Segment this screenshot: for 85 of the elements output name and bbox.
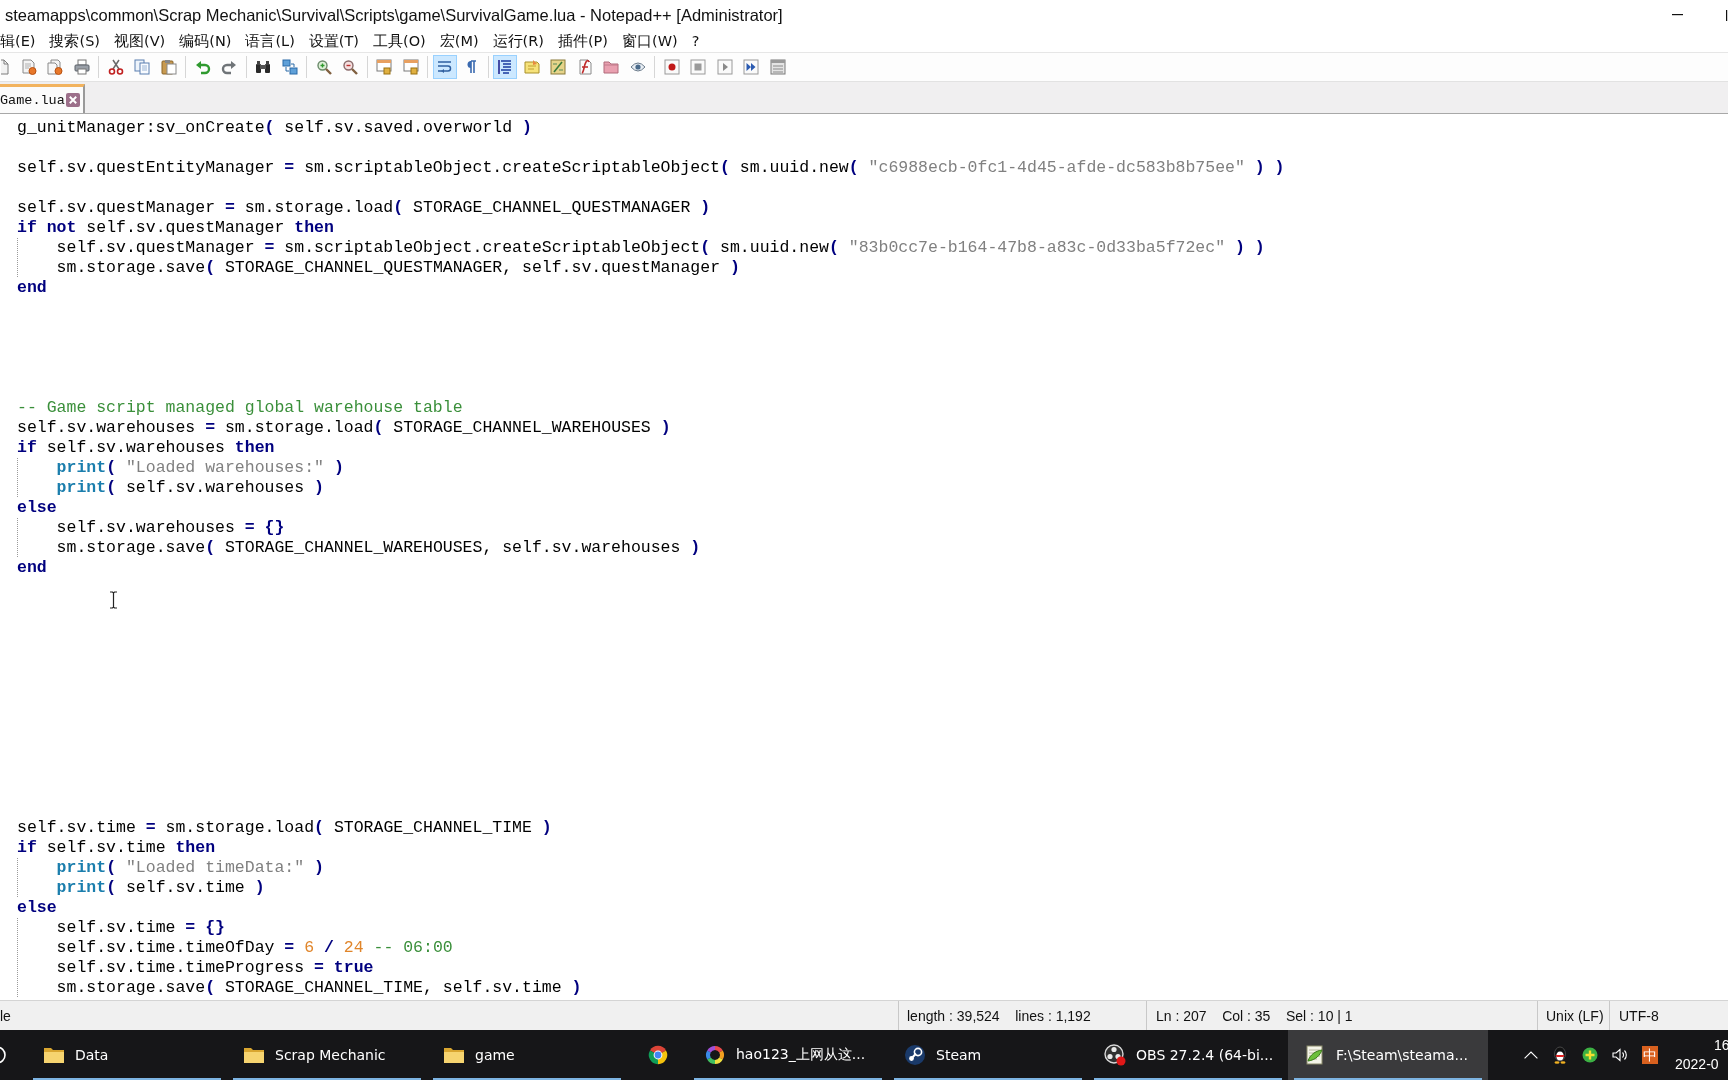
window-lock-icon: [402, 59, 419, 75]
menu-item[interactable]: 视图(V): [114, 31, 166, 51]
rainbow-ring-icon: [704, 1044, 726, 1066]
binoculars-icon: [255, 59, 271, 75]
code-line: g_unitManager:sv_onCreate( self.sv.saved.overworld ): [17, 118, 532, 138]
folder-icon: [603, 59, 619, 75]
code-line: self.sv.questManager = sm.storage.load( STORAGE_CHANNEL_QUESTMANAGER ): [17, 198, 711, 218]
undo-icon: [194, 59, 211, 75]
code-line: self.sv.questManager = sm.scriptableObject.createScriptableObject( sm.uuid.new( "83b0cc7e-b164-47b8-a83c-0d33ba5f72ec" ) ): [17, 238, 1265, 258]
code-line: self.sv.questEntityManager = sm.scriptableObject.createScriptableObject( sm.uuid.new( "c6988ecb-0fc1-4d45-afde-dc583b8b75ee" ) ): [17, 158, 1285, 178]
list-window-icon: [769, 59, 786, 75]
plus-circle-icon[interactable]: [1582, 1047, 1598, 1063]
code-line: end: [17, 558, 47, 578]
input-mode-indicator[interactable]: 中: [1642, 1046, 1658, 1064]
menu-item[interactable]: 搜索(S): [49, 31, 100, 51]
script-page-icon: [576, 59, 593, 75]
record-icon: [663, 59, 680, 75]
tricolor-circle-icon: [646, 1044, 669, 1066]
notepad-icon: [1304, 1044, 1326, 1066]
steam-logo-icon: [904, 1044, 926, 1066]
code-line: print( "Loaded timeData:" ): [17, 858, 324, 878]
fast-forward-icon: [743, 59, 759, 75]
code-line: sm.storage.save( STORAGE_CHANNEL_TIME, self.sv.time ): [17, 978, 582, 998]
taskbar-button[interactable]: Scrap Mechanic: [227, 1030, 427, 1080]
code-line: self.sv.time = {}: [17, 918, 225, 938]
menu-item[interactable]: 编码(N): [179, 31, 232, 51]
code-line: print( "Loaded warehouses:" ): [17, 458, 344, 478]
play-icon: [716, 59, 733, 75]
code-line: -- Game script managed global warehouse table: [17, 398, 463, 418]
code-line: self.sv.warehouses = sm.storage.load( STORAGE_CHANNEL_WAREHOUSES ): [17, 418, 671, 438]
code-line: end: [17, 278, 47, 298]
eye-icon: [629, 59, 646, 75]
note-icon: [523, 59, 540, 75]
window-lock-icon: [376, 59, 392, 75]
stop-icon: [690, 59, 706, 75]
menu-item[interactable]: 语言(L): [245, 31, 295, 51]
code-line: else: [17, 898, 57, 918]
menu-item[interactable]: 设置(T): [308, 31, 359, 51]
menu-item[interactable]: 工具(O): [373, 31, 426, 51]
menu-item[interactable]: 窗口(W): [622, 31, 678, 51]
zoom-in-icon: [315, 59, 332, 75]
zoom-out-icon: [342, 59, 358, 75]
code-line: print( self.sv.time ): [17, 878, 265, 898]
code-line: if self.sv.time then: [17, 838, 216, 858]
clock-date[interactable]: 2022-0: [1675, 1056, 1719, 1073]
indent-lines-icon: [497, 59, 513, 75]
ring-logo-icon: [1104, 1044, 1126, 1066]
text-cursor-icon: [109, 591, 118, 609]
code-line: sm.storage.save( STORAGE_CHANNEL_WAREHOUSES, self.sv.warehouses ): [17, 538, 701, 558]
printer-icon: [73, 59, 90, 75]
menu-item[interactable]: 辑(E): [0, 31, 36, 51]
code-line: print( self.sv.warehouses ): [17, 478, 324, 498]
code-line: sm.storage.save( STORAGE_CHANNEL_QUESTMANAGER, self.sv.questManager ): [17, 258, 740, 278]
menu-item[interactable]: 插件(P): [557, 31, 608, 51]
taskbar-button[interactable]: F:\Steam\steama...: [1288, 1030, 1488, 1080]
code-line: self.sv.time = sm.storage.load( STORAGE_CHANNEL_TIME ): [17, 818, 552, 838]
file-type-text: le: [0, 1006, 12, 1026]
penguin-icon[interactable]: [1552, 1046, 1568, 1064]
redo-icon: [221, 59, 237, 75]
taskbar-button[interactable]: Steam: [888, 1030, 1088, 1080]
code-line: self.sv.warehouses = {}: [17, 518, 285, 538]
wrap-lines-icon: [436, 59, 453, 75]
code-line: if self.sv.warehouses then: [17, 438, 275, 458]
code-line: if not self.sv.questManager then: [17, 218, 334, 238]
menu-item[interactable]: 运行(R): [492, 31, 544, 51]
taskbar-button[interactable]: OBS 27.2.4 (64-bi...: [1088, 1030, 1288, 1080]
close-icon[interactable]: [65, 93, 80, 107]
taskbar-button[interactable]: game: [427, 1030, 627, 1080]
code-line: self.sv.time.timeOfDay = 6 / 24 -- 06:00: [17, 938, 453, 958]
window-title: steamapps\common\Scrap Mechanic\Survival\Scripts\game\SurvivalGame.lua - Notepad++ [Administrator]: [5, 5, 783, 25]
replace-icon: [281, 59, 298, 75]
clipboard-icon: [160, 59, 177, 75]
code-line: self.sv.time.timeProgress = true: [17, 958, 374, 978]
taskbar-button[interactable]: hao123_上网从这...: [688, 1030, 888, 1080]
code-line: else: [17, 498, 57, 518]
chevron-up-icon[interactable]: [1524, 1051, 1538, 1059]
file-tab[interactable]: Game.lua: [0, 84, 85, 113]
minimize-icon[interactable]: [1672, 14, 1683, 16]
scissors-icon: [107, 59, 124, 75]
taskbar-button[interactable]: Data: [27, 1030, 227, 1080]
map-icon: [550, 59, 566, 75]
speaker-icon[interactable]: [1612, 1047, 1628, 1063]
menu-item[interactable]: 宏(M): [439, 31, 479, 51]
copy-icon: [134, 59, 150, 75]
menu-item[interactable]: ?: [691, 31, 700, 51]
